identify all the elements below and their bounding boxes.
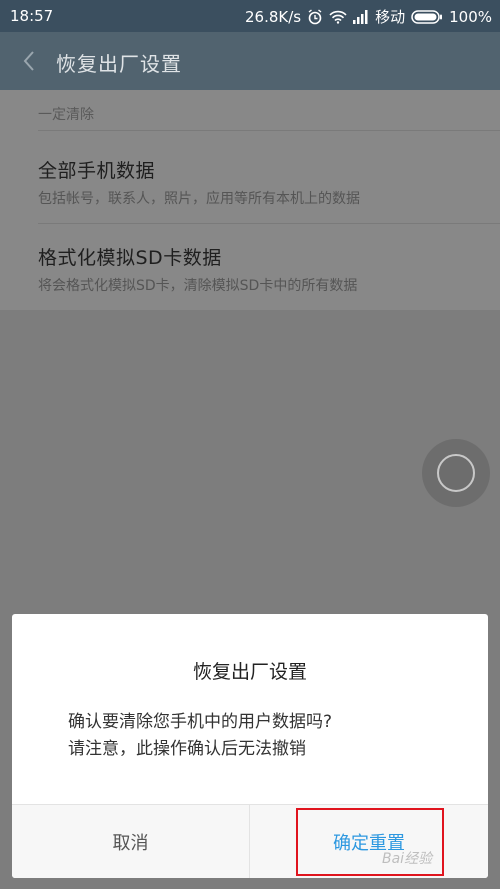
circle-icon xyxy=(437,454,475,492)
floating-assist-button[interactable] xyxy=(422,439,490,507)
battery-icon xyxy=(411,9,443,24)
page-title: 恢复出厂设置 xyxy=(56,52,182,76)
item-description: 包括帐号，联系人，照片，应用等所有本机上的数据 xyxy=(38,191,360,207)
title-bar: 恢复出厂设置 xyxy=(0,32,500,90)
signal-icon xyxy=(353,9,369,24)
alarm-icon xyxy=(307,8,323,25)
item-title: 格式化模拟SD卡数据 xyxy=(38,247,222,269)
list-item-format-sd-card[interactable]: 格式化模拟SD卡数据 将会格式化模拟SD卡，清除模拟SD卡中的所有数据 xyxy=(38,243,500,295)
dialog-title: 恢复出厂设置 xyxy=(192,661,307,683)
watermark: Bai经验 xyxy=(382,851,433,867)
settings-list: 一定清除 全部手机数据 包括帐号，联系人，照片，应用等所有本机上的数据 格式化模… xyxy=(0,90,500,310)
status-icons: 26.8K/s 移动 100% xyxy=(245,6,492,27)
item-description: 将会格式化模拟SD卡，清除模拟SD卡中的所有数据 xyxy=(38,278,358,294)
dialog-message-line: 确认要清除您手机中的用户数据吗? xyxy=(68,712,333,732)
divider xyxy=(38,223,500,224)
status-bar: 18:57 26.8K/s 移动 100% xyxy=(0,0,500,32)
list-item-all-phone-data[interactable]: 全部手机数据 包括帐号，联系人，照片，应用等所有本机上的数据 xyxy=(38,156,500,208)
battery-percent: 100% xyxy=(449,7,492,26)
cancel-button[interactable]: 取消 xyxy=(12,805,249,878)
network-speed: 26.8K/s xyxy=(244,7,302,26)
dialog-message-line: 请注意，此操作确认后无法撤销 xyxy=(68,739,306,759)
item-title: 全部手机数据 xyxy=(38,160,156,182)
dialog-message: 确认要清除您手机中的用户数据吗? 请注意，此操作确认后无法撤销 xyxy=(68,709,332,763)
divider xyxy=(38,130,500,131)
status-time: 18:57 xyxy=(10,7,54,25)
carrier-label: 移动 xyxy=(375,8,406,26)
section-header: 一定清除 xyxy=(38,107,94,123)
back-arrow-icon[interactable] xyxy=(16,46,42,76)
wifi-icon xyxy=(329,10,347,24)
